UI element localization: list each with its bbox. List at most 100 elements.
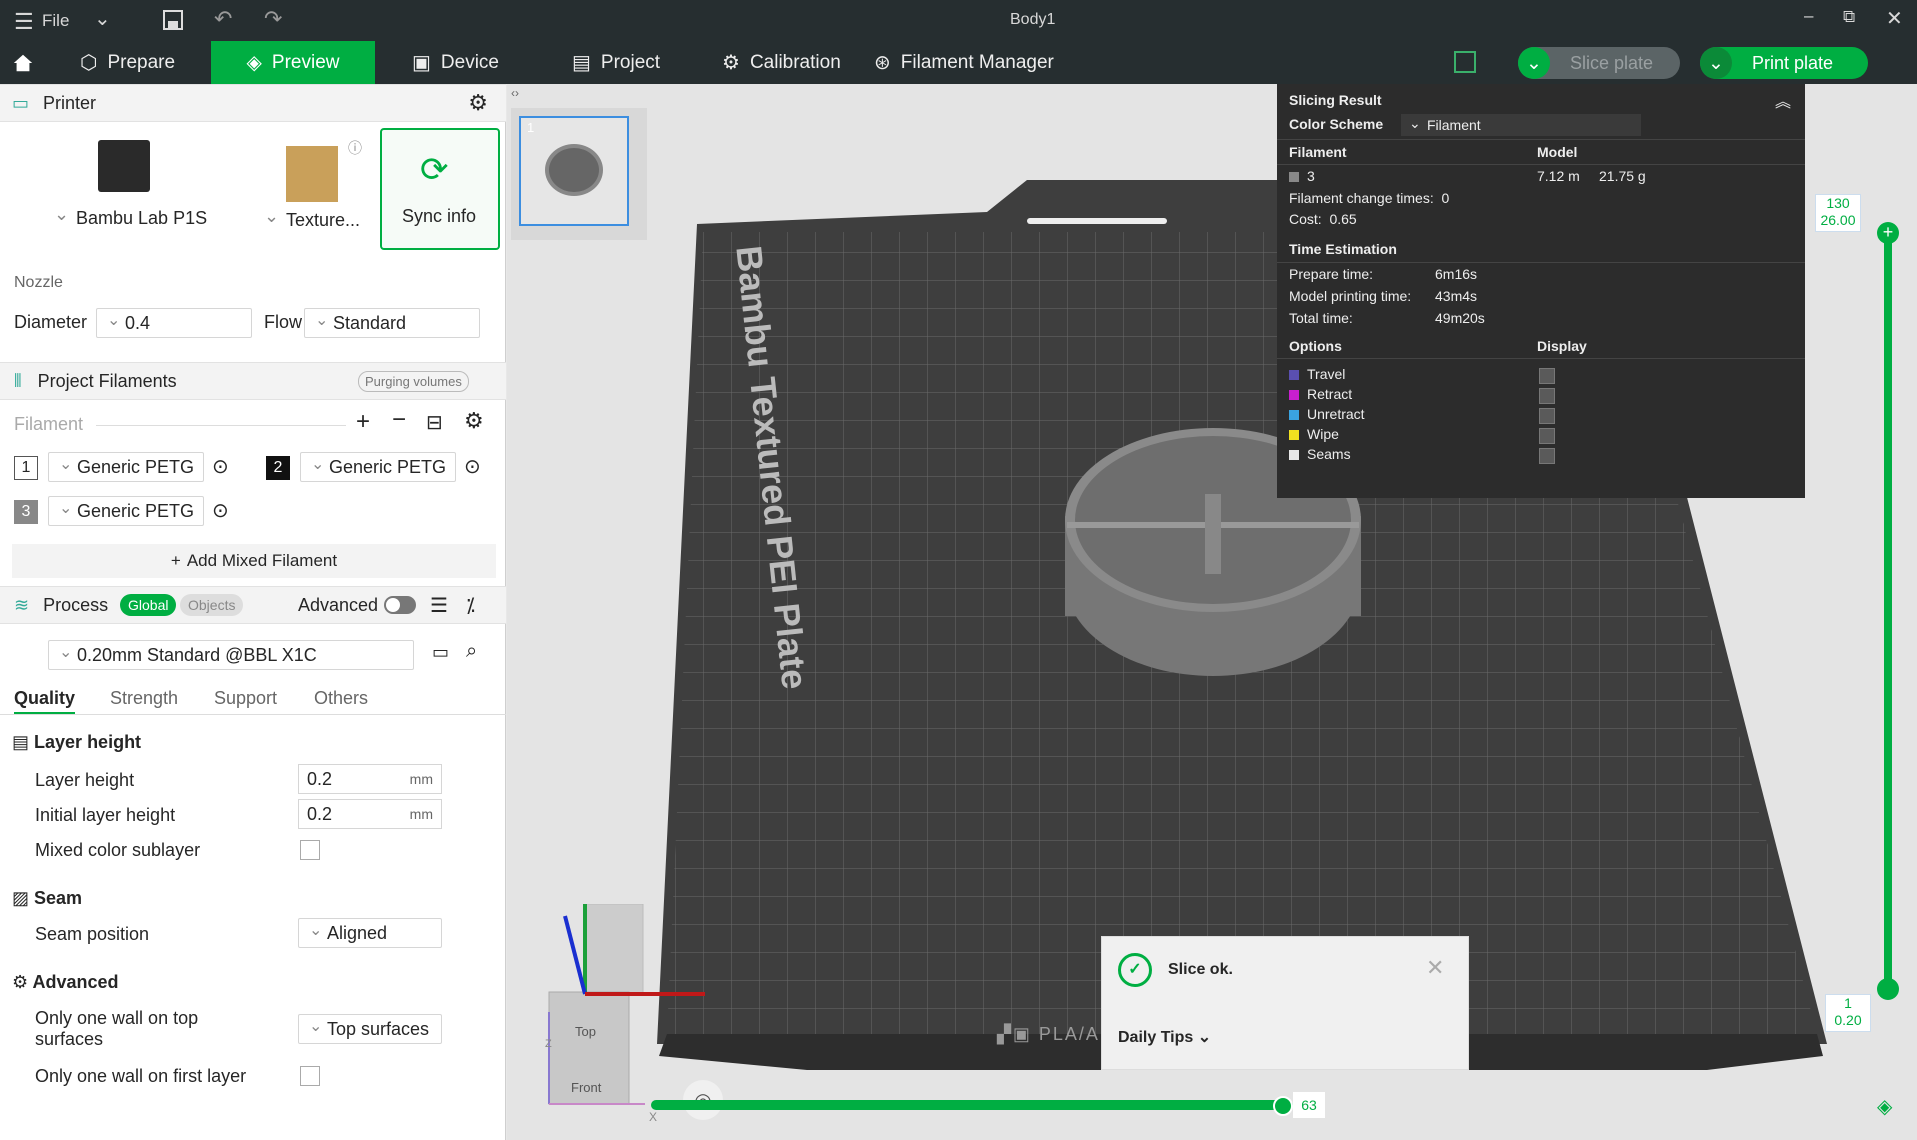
save-preset-icon[interactable]: ▭ [432, 642, 449, 663]
undo-icon[interactable]: ↶ [214, 6, 232, 32]
seam-group: ▨ Seam [12, 888, 83, 908]
home-tab[interactable] [0, 41, 46, 84]
layer-slider-bottom-handle[interactable] [1877, 977, 1899, 1000]
prepare-time: 6m16s [1435, 266, 1478, 282]
daily-tips-button[interactable]: Daily Tips ⌄ [1118, 1027, 1211, 1047]
chevron-down-icon[interactable]: ⌄ [54, 204, 69, 225]
settings-icon[interactable]: ⚙ [468, 90, 488, 116]
display-checkbox[interactable] [1539, 448, 1555, 464]
window-title: Body1 [1010, 11, 1056, 28]
process-section-header: ≋ Process Global Objects Advanced ☰ ⁒ [0, 586, 506, 624]
one-wall-top-label: Only one wall on top surfaces [35, 1008, 199, 1049]
advanced-switch[interactable] [384, 596, 416, 614]
option-row: Seams [1289, 446, 1351, 462]
chevron-down-icon[interactable]: ⌄ [94, 6, 111, 31]
mixed-color-sublayer-checkbox[interactable] [300, 840, 320, 860]
display-checkbox[interactable] [1539, 408, 1555, 424]
layer-height-input[interactable]: 0.2 mm [298, 764, 442, 794]
chevron-down-icon[interactable]: ⌄ [264, 206, 279, 227]
info-icon[interactable]: ⓘ [348, 138, 362, 158]
display-checkbox[interactable] [1539, 368, 1555, 384]
tab-prepare[interactable]: ⬡ Prepare [68, 41, 187, 84]
collapse-icon[interactable]: ︽ [1775, 88, 1791, 112]
add-mixed-filament-button[interactable]: + Add Mixed Filament [12, 544, 496, 578]
tab-preview[interactable]: ◈ Preview [211, 41, 375, 84]
sync-info-button[interactable]: ⟳ Sync info [380, 128, 500, 250]
process-preset-select[interactable]: 0.20mm Standard @BBL X1C [48, 640, 414, 670]
prepare-time-label: Prepare time: [1289, 266, 1374, 282]
one-wall-first-checkbox[interactable] [300, 1066, 320, 1086]
option-label: Unretract [1307, 406, 1365, 422]
list-icon[interactable]: ☰ [430, 593, 448, 618]
filament-icon: ⊛ [874, 52, 891, 74]
option-label: Seams [1307, 446, 1351, 462]
total-time: 49m20s [1435, 310, 1485, 326]
add-icon[interactable]: + [356, 408, 370, 436]
plate-type[interactable]: Texture... [286, 210, 360, 231]
file-menu[interactable]: File [42, 11, 69, 31]
bottom-layer-label: 1 0.20 [1825, 994, 1871, 1032]
restore-icon[interactable]: ⧉ [1843, 7, 1855, 27]
title-bar: ☰ File ⌄ ↶ ↷ Body1 – ⧉ ✕ [0, 0, 1917, 41]
filament-settings-icon[interactable]: ⚙ [464, 408, 484, 434]
print-plate-button[interactable]: ⌄ Print plate [1700, 47, 1868, 79]
tab-others[interactable]: Others [314, 688, 368, 709]
seam-position-select[interactable]: Aligned [298, 918, 442, 948]
filament-select[interactable]: Generic PETG [48, 496, 204, 526]
filament-change-times: Filament change times: 0 [1289, 190, 1450, 206]
close-icon[interactable]: ✕ [1886, 6, 1903, 31]
more-icon[interactable]: ⊙ [212, 498, 229, 523]
filament-select[interactable]: Generic PETG [300, 452, 456, 482]
remove-icon[interactable]: − [392, 406, 406, 434]
save-icon[interactable] [162, 9, 184, 31]
display-checkbox[interactable] [1539, 428, 1555, 444]
3d-viewport[interactable]: ‹› 1 Bambu Textured PEI Plate ▞▣ PLA/ABS… [507, 84, 1917, 1140]
plate-card[interactable]: ⓘ ⌄ Texture... [256, 128, 372, 246]
layer-slider-top-handle[interactable]: + [1877, 222, 1899, 244]
tab-support[interactable]: Support [214, 688, 277, 709]
minimize-icon[interactable]: – [1804, 6, 1813, 26]
move-slider-track[interactable] [651, 1100, 1293, 1110]
compare-icon[interactable]: ⁒ [466, 593, 475, 618]
filaments-section-header: ⫴ Project Filaments Purging volumes [0, 362, 506, 400]
diameter-select[interactable]: 0.4 [96, 308, 252, 338]
hamburger-icon[interactable]: ☰ [14, 9, 34, 35]
option-swatch [1289, 390, 1299, 401]
search-icon[interactable]: ⌕ [466, 640, 477, 663]
filament-row: 3 [1289, 168, 1315, 184]
tab-filament-manager[interactable]: ⊛ Filament Manager [862, 41, 1066, 84]
layer-slider-track[interactable] [1884, 232, 1892, 992]
print-dropdown-icon[interactable]: ⌄ [1700, 47, 1732, 79]
flow-select[interactable]: Standard [304, 308, 480, 338]
global-toggle[interactable]: Global [120, 594, 177, 616]
sync-filament-icon[interactable]: ⊟ [426, 410, 443, 435]
view-front-label[interactable]: Front [571, 1080, 601, 1095]
tab-calibration[interactable]: ⚙ Calibration [710, 41, 853, 84]
purge-volumes-button[interactable]: Purging volumes [358, 370, 469, 392]
view-top-label[interactable]: Top [575, 1024, 596, 1039]
slice-plate-button[interactable]: ⌄ Slice plate [1518, 47, 1680, 79]
option-swatch [1289, 370, 1299, 381]
tab-quality[interactable]: Quality [14, 688, 76, 714]
more-icon[interactable]: ⊙ [212, 454, 229, 479]
close-notification-icon[interactable]: ✕ [1426, 955, 1444, 981]
tab-project[interactable]: ▤ Project [560, 41, 672, 84]
layers-icon[interactable]: ◈ [1877, 1094, 1892, 1119]
printer-card[interactable]: ⌄ Bambu Lab P1S [8, 128, 248, 246]
more-icon[interactable]: ⊙ [464, 454, 481, 479]
printer-model[interactable]: Bambu Lab P1S [76, 208, 207, 229]
display-checkbox[interactable] [1539, 388, 1555, 404]
calibration-icon: ⚙ [722, 52, 740, 74]
one-wall-top-select[interactable]: Top surfaces [298, 1014, 442, 1044]
flow-label: Flow [264, 312, 303, 332]
color-scheme-select[interactable]: ⌄ Filament [1401, 114, 1641, 136]
filament-select[interactable]: Generic PETG [48, 452, 204, 482]
objects-toggle[interactable]: Objects [180, 594, 244, 616]
tab-device[interactable]: ▣ Device [400, 41, 511, 84]
tab-strength[interactable]: Strength [110, 688, 178, 709]
tab-divider [0, 714, 506, 715]
redo-icon[interactable]: ↷ [264, 6, 282, 32]
slice-dropdown-icon[interactable]: ⌄ [1518, 47, 1550, 79]
multi-device-icon[interactable] [1454, 51, 1476, 73]
initial-layer-height-input[interactable]: 0.2 mm [298, 799, 442, 829]
